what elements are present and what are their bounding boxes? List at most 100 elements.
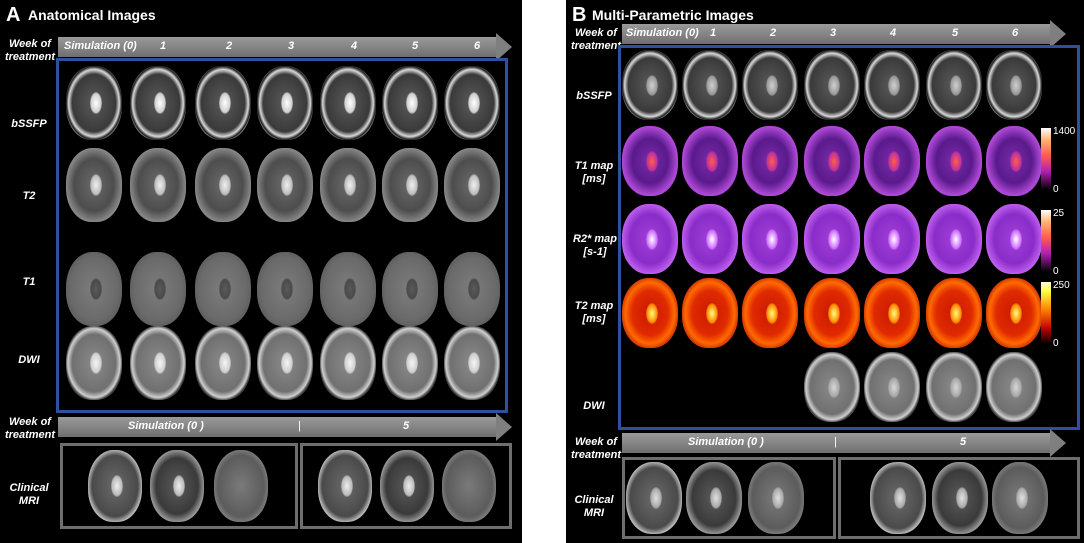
brain-a-r0-c4-lesion <box>343 91 356 115</box>
colorbar-t2-max: 250 <box>1053 280 1070 291</box>
brain-b-r3-c5 <box>926 278 982 348</box>
colorbar-t1 <box>1041 128 1051 190</box>
row-label-t2: T2 <box>22 190 36 202</box>
brain-a-r0-c2-lesion <box>218 91 231 115</box>
brain-b-r0-c6-lesion <box>1009 74 1022 96</box>
brain-b-r0-c3 <box>804 50 860 120</box>
clinical-a-0 <box>88 450 142 522</box>
brain-a-r2-c4 <box>320 252 376 326</box>
week-arrow-b-bottom: Simulation (0 ) | 5 <box>622 429 1066 457</box>
brain-b-r2-c2-lesion <box>765 228 778 250</box>
panel-b-title: Multi-Parametric Images <box>592 7 754 23</box>
brain-b-r2-c5 <box>926 204 982 274</box>
brain-a-r0-c3 <box>257 66 313 140</box>
row-label-b-dwi: DWI <box>583 400 605 412</box>
brain-b-dwi-c3-lesion <box>827 376 840 398</box>
brain-b-r2-c5-lesion <box>949 228 962 250</box>
brain-b-r1-c2-lesion <box>765 150 778 172</box>
colorbar-t1-max: 1400 <box>1053 126 1076 137</box>
brain-a-r0-c1 <box>130 66 186 140</box>
clinical-b-4-lesion <box>955 487 968 509</box>
brain-a-r2-c2 <box>195 252 251 326</box>
brain-b-r3-c3 <box>804 278 860 348</box>
brain-a-r3-c2-lesion <box>218 351 231 375</box>
brain-a-r2-c5 <box>382 252 438 326</box>
brain-a-r0-c3-lesion <box>280 91 293 115</box>
brain-a-r1-c5 <box>382 148 438 222</box>
brain-b-r2-c4 <box>864 204 920 274</box>
panel-a: A Anatomical Images Week of treatment Si… <box>0 0 522 543</box>
brain-b-r2-c6 <box>986 204 1042 274</box>
brain-b-r3-c4 <box>864 278 920 348</box>
brain-b-r3-c6 <box>986 278 1042 348</box>
brain-a-r3-c4 <box>320 326 376 400</box>
clinical-a-5 <box>442 450 496 522</box>
brain-b-r3-c5-lesion <box>949 302 962 324</box>
brain-a-r3-c0 <box>66 326 122 400</box>
clinical-a-2 <box>214 450 268 522</box>
brain-b-r2-c0 <box>622 204 678 274</box>
brain-a-r3-c2 <box>195 326 251 400</box>
brain-a-r0-c5 <box>382 66 438 140</box>
brain-a-r3-c1-lesion <box>153 351 166 375</box>
brain-b-r2-c3 <box>804 204 860 274</box>
bottom-week-sep: | <box>298 420 301 432</box>
brain-a-r2-c6-lesion <box>467 277 480 301</box>
brain-a-r2-c0-lesion <box>89 277 102 301</box>
clinical-b-0-lesion <box>649 487 662 509</box>
brain-b-r2-c0-lesion <box>645 228 658 250</box>
brain-b-r1-c3 <box>804 126 860 196</box>
brain-a-r2-c1-lesion <box>153 277 166 301</box>
brain-b-r2-c3-lesion <box>827 228 840 250</box>
brain-b-r0-c2-lesion <box>765 74 778 96</box>
brain-b-r3-c1-lesion <box>705 302 718 324</box>
brain-b-dwi-c3 <box>804 352 860 422</box>
brain-b-r0-c3-lesion <box>827 74 840 96</box>
week-1: 1 <box>160 40 167 52</box>
brain-b-dwi-c4-lesion <box>887 376 900 398</box>
week-b-2: 2 <box>770 27 777 39</box>
brain-b-r3-c6-lesion <box>1009 302 1022 324</box>
colorbar-r2-min: 0 <box>1053 266 1059 277</box>
row-label-b-r2map: R2* map [s-1] <box>572 233 618 258</box>
brain-a-r2-c5-lesion <box>405 277 418 301</box>
week-6: 6 <box>474 40 481 52</box>
colorbar-t2 <box>1041 282 1051 344</box>
brain-b-r0-c2 <box>742 50 798 120</box>
brain-b-r2-c2 <box>742 204 798 274</box>
brain-b-r3-c2-lesion <box>765 302 778 324</box>
brain-b-r0-c5-lesion <box>949 74 962 96</box>
clinical-a-4-lesion <box>402 475 415 497</box>
brain-a-r1-c0 <box>66 148 122 222</box>
brain-a-r3-c1 <box>130 326 186 400</box>
clinical-b-2-lesion <box>771 487 784 509</box>
brain-a-r1-c2 <box>195 148 251 222</box>
brain-b-r3-c0 <box>622 278 678 348</box>
week-arrow: Simulation (0) 1 2 3 4 5 6 <box>58 33 512 61</box>
brain-a-r1-c1-lesion <box>153 173 166 197</box>
brain-b-r0-c5 <box>926 50 982 120</box>
brain-a-r0-c6-lesion <box>467 91 480 115</box>
week-b-sim: Simulation (0) <box>626 27 699 39</box>
colorbar-t2-min: 0 <box>1053 338 1059 349</box>
brain-a-r2-c1 <box>130 252 186 326</box>
brain-b-dwi-c6-lesion <box>1009 376 1022 398</box>
week-b-4: 4 <box>890 27 897 39</box>
brain-b-r1-c4 <box>864 126 920 196</box>
brain-a-r1-c5-lesion <box>405 173 418 197</box>
week-b-6: 6 <box>1012 27 1019 39</box>
brain-a-r1-c3 <box>257 148 313 222</box>
brain-a-r2-c3 <box>257 252 313 326</box>
brain-a-r0-c0-lesion <box>89 91 102 115</box>
brain-b-r0-c4 <box>864 50 920 120</box>
brain-b-r0-c0 <box>622 50 678 120</box>
brain-a-r1-c6-lesion <box>467 173 480 197</box>
brain-b-r3-c2 <box>742 278 798 348</box>
brain-b-r1-c0 <box>622 126 678 196</box>
brain-a-r1-c0-lesion <box>89 173 102 197</box>
brain-a-r1-c4 <box>320 148 376 222</box>
clinical-b-3-lesion <box>893 487 906 509</box>
panel-b-letter: B <box>572 4 587 26</box>
brain-b-r3-c3-lesion <box>827 302 840 324</box>
brain-b-r1-c6 <box>986 126 1042 196</box>
